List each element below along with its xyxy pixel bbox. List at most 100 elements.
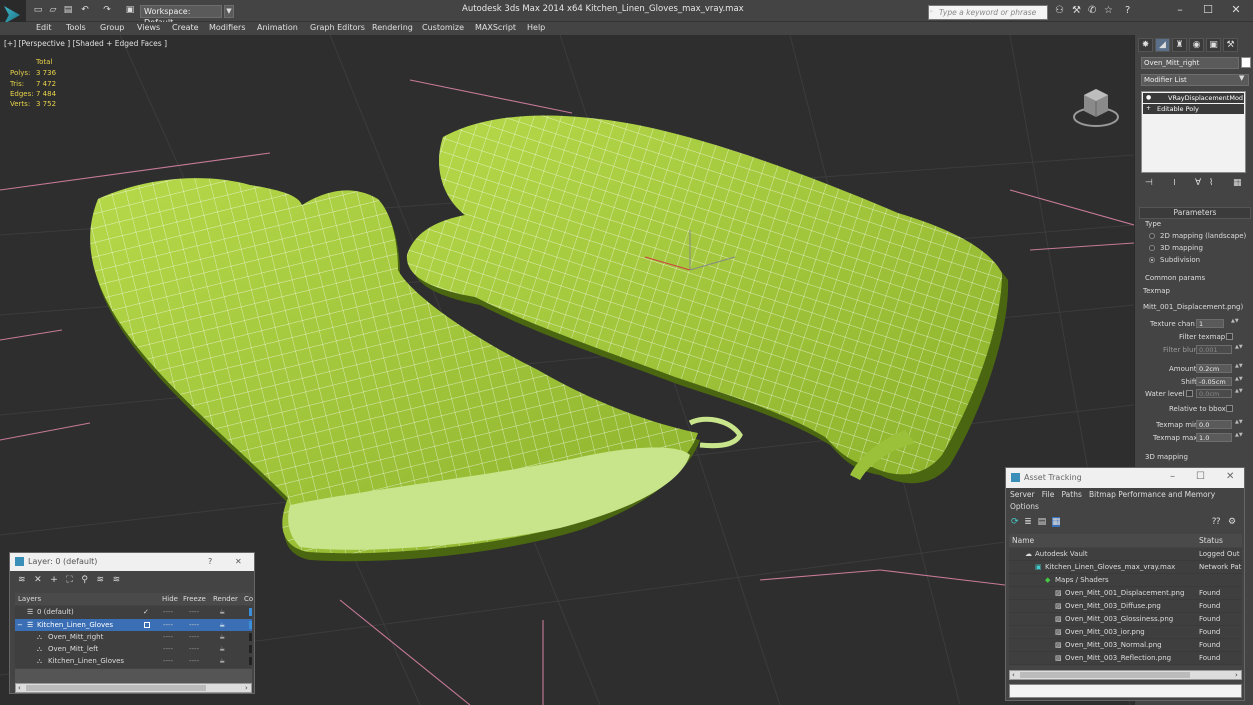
close-button[interactable]: ✕ [235,557,242,566]
layer-color-swatch[interactable] [249,633,252,641]
menu-tools[interactable]: Tools [66,23,86,32]
search-expand-icon[interactable]: ▸ [930,6,934,16]
scroll-left-icon[interactable]: ‹ [18,684,21,692]
relative-bbox-checkbox[interactable] [1226,405,1233,412]
freeze-toggle[interactable]: ---- [189,631,199,643]
asset-row[interactable]: ▨ Oven_Mitt_003_Reflection.png Found [1009,652,1242,665]
freeze-toggle[interactable]: ---- [189,655,199,667]
render-teapot-icon[interactable]: ☕ [219,619,225,631]
lightbulb-icon[interactable]: ● [1146,94,1151,101]
asset-row[interactable]: ▨ Oven_Mitt_003_Diffuse.png Found [1009,600,1242,613]
help-icon[interactable]: ? [1125,6,1130,16]
menu-group[interactable]: Group [100,23,124,32]
hide-all-icon[interactable]: ≋ [97,575,105,585]
layer-row-selected[interactable]: − ☰ Kitchen_Linen_Gloves ---- ---- ☕ [15,619,252,632]
column-status[interactable]: Status [1199,534,1223,547]
menu-animation[interactable]: Animation [257,23,298,32]
binoculars-icon[interactable]: ⚇ [1055,6,1064,16]
render-teapot-icon[interactable]: ☕ [219,655,225,667]
water-level-checkbox[interactable] [1186,390,1193,397]
stack-item-vray-displacement[interactable]: VRayDisplacementMod [1143,93,1244,103]
close-button[interactable]: ✕ [1226,3,1246,17]
texmap-max-spinner[interactable]: 1.0 [1196,433,1232,442]
modify-tab-icon[interactable]: ◢ [1155,38,1170,52]
freeze-toggle[interactable]: ---- [189,606,199,618]
modifier-stack[interactable]: VRayDisplacementMod Editable Poly ● + [1141,91,1246,173]
save-file-icon[interactable]: ▤ [63,5,73,15]
freeze-all-icon[interactable]: ≋ [113,575,121,585]
motion-tab-icon[interactable]: ◉ [1189,38,1204,52]
column-hide[interactable]: Hide [162,593,178,605]
modifier-list-dropdown[interactable]: Modifier List [1141,74,1249,86]
freeze-toggle[interactable]: ---- [189,619,199,631]
layer-row[interactable]: ⛬ Oven_Mitt_left ---- ---- ☕ [15,643,252,656]
stack-item-editable-poly[interactable]: Editable Poly [1143,104,1244,114]
spinner-arrows-icon[interactable]: ▲▼ [1235,420,1243,429]
object-color-swatch[interactable] [1241,57,1251,68]
hide-toggle[interactable]: ---- [163,643,173,655]
asset-menu-options[interactable]: Options [1010,502,1039,511]
viewport-label[interactable]: [+] [Perspective ] [Shaded + Edged Faces… [4,39,167,48]
select-objects-icon[interactable]: ⛶ [66,575,72,585]
create-layer-icon[interactable]: ≋ [18,575,26,585]
spinner-arrows-icon[interactable]: ▲▼ [1235,345,1243,354]
column-freeze[interactable]: Freeze [183,593,206,605]
asset-row[interactable]: ☁ Autodesk Vault Logged Out [1009,548,1242,561]
hide-toggle[interactable]: ---- [163,606,173,618]
scroll-right-icon[interactable]: › [1235,671,1238,679]
type-radio-3d[interactable] [1149,245,1155,251]
list-view-icon[interactable]: ≣ [1024,517,1032,527]
layer-color-swatch[interactable] [249,621,252,629]
asset-row[interactable]: ▨ Oven_Mitt_001_Displacement.png Found [1009,587,1242,600]
column-name[interactable]: Name [1012,534,1034,547]
current-layer-box[interactable] [144,622,150,628]
texmap-button[interactable]: Mitt_001_Displacement.png) [1143,303,1243,311]
maximize-button[interactable]: ☐ [1198,3,1218,17]
type-radio-subdivision[interactable] [1149,257,1155,263]
redo-icon[interactable]: ↷ [102,5,112,15]
options-icon[interactable]: ⚙ [1228,517,1236,527]
display-tab-icon[interactable]: ▣ [1206,38,1221,52]
hide-toggle[interactable]: ---- [163,655,173,667]
scroll-right-icon[interactable]: › [245,684,248,692]
minimize-button[interactable]: – [1170,471,1175,482]
table-view-icon[interactable]: ▤ [1038,517,1047,527]
layer-color-swatch[interactable] [249,657,252,665]
freeze-toggle[interactable]: ---- [189,643,199,655]
type-radio-2d[interactable] [1149,233,1155,239]
asset-row[interactable]: ◆ Maps / Shaders [1009,574,1242,587]
configure-modifier-sets-icon[interactable]: ▦ [1233,178,1242,188]
new-file-icon[interactable]: ▭ [33,5,43,15]
spinner-arrows-icon[interactable]: ▲▼ [1235,364,1243,373]
search-input[interactable]: Type a keyword or phrase [928,5,1048,20]
water-level-spinner[interactable]: 0.0cm [1196,389,1232,398]
communication-center-icon[interactable]: ✆ [1088,6,1096,16]
spinner-arrows-icon[interactable]: ▲▼ [1235,377,1243,386]
asset-dialog-titlebar[interactable]: Asset Tracking – ☐ ✕ [1006,468,1244,488]
subscription-icon[interactable]: ⚒ [1072,6,1081,16]
undo-icon[interactable]: ↶ [80,5,90,15]
maximize-button[interactable]: ☐ [1196,471,1205,482]
help-button[interactable]: ? [208,557,212,566]
render-teapot-icon[interactable]: ☕ [219,606,225,618]
hide-toggle[interactable]: ---- [163,631,173,643]
utilities-tab-icon[interactable]: ⚒ [1223,38,1238,52]
layer-color-swatch[interactable] [249,645,252,653]
render-teapot-icon[interactable]: ☕ [219,631,225,643]
favorites-star-icon[interactable]: ☆ [1104,6,1113,16]
scrollbar-thumb[interactable] [26,685,206,691]
asset-menu-paths[interactable]: Paths [1061,490,1081,499]
grid-view-icon[interactable]: ▦ [1051,517,1061,527]
pin-stack-icon[interactable]: ⊣ [1145,178,1153,188]
highlight-layer-icon[interactable]: ⚲ [81,575,88,585]
asset-menu-bitmap[interactable]: Bitmap Performance and Memory [1089,490,1215,499]
menu-rendering[interactable]: Rendering [372,23,413,32]
menu-graph-editors[interactable]: Graph Editors [310,23,365,32]
filter-texmap-checkbox[interactable] [1226,333,1233,340]
spinner-arrows-icon[interactable]: ▲▼ [1231,319,1239,328]
menu-help[interactable]: Help [527,23,545,32]
scroll-left-icon[interactable]: ‹ [1012,671,1015,679]
make-unique-icon[interactable]: ∀ [1195,178,1201,188]
menu-edit[interactable]: Edit [36,23,52,32]
hide-toggle[interactable]: ---- [163,619,173,631]
